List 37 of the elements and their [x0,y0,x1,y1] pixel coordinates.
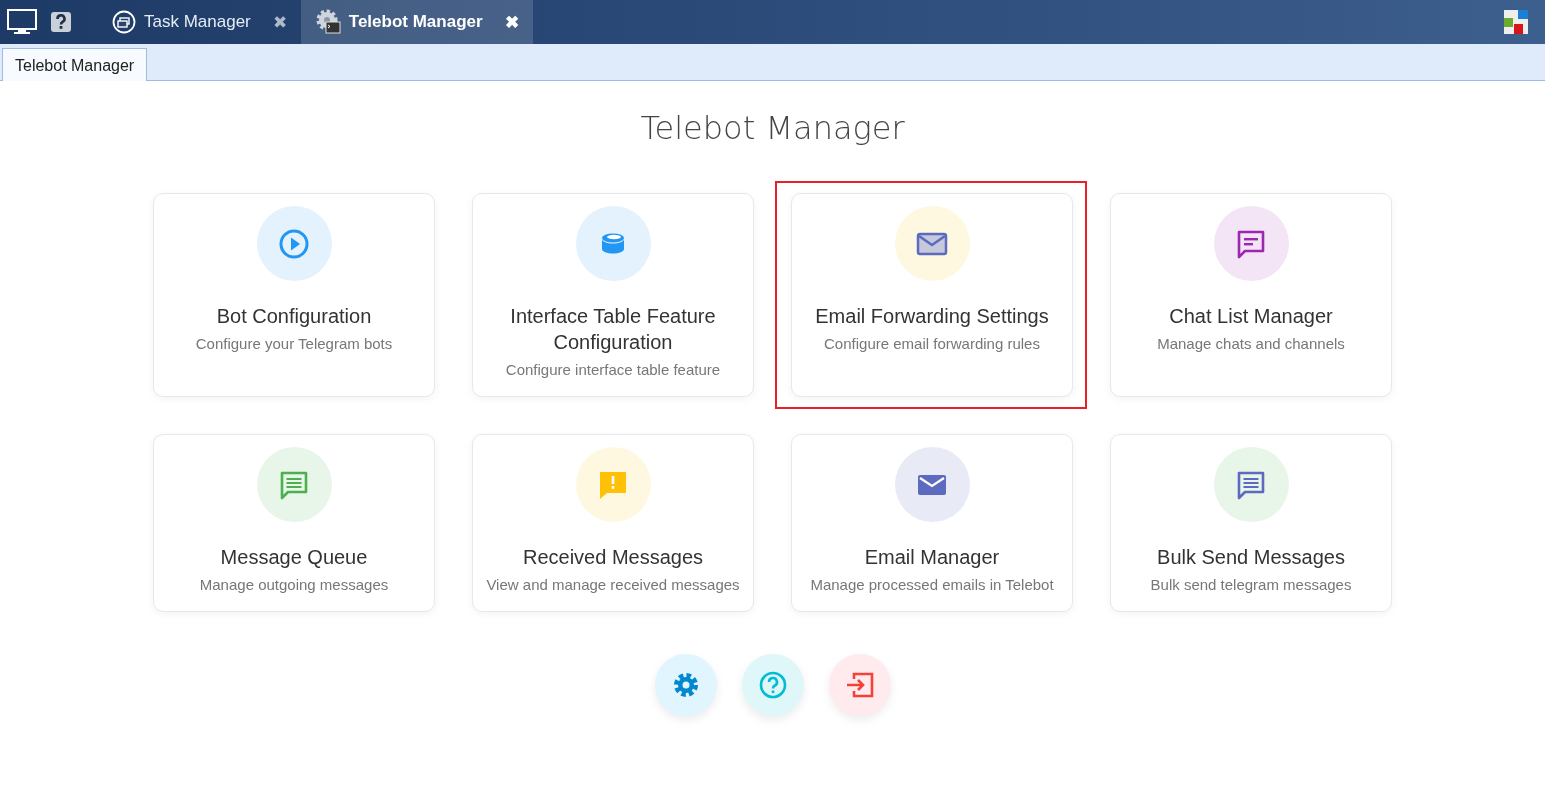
feature-card[interactable]: Message Queue Manage outgoing messages [153,434,435,612]
feature-card[interactable]: Chat List Manager Manage chats and channels [1110,193,1392,397]
card-description: Configure email forwarding rules [824,335,1040,352]
card-title: Received Messages [521,545,705,570]
monitor-icon[interactable] [6,8,38,36]
card-title: Chat List Manager [1168,304,1334,329]
card-title: Message Queue [219,545,369,570]
card-description: Configure your Telegram bots [195,335,393,352]
card-description: View and manage received messages [486,576,740,593]
card-title: Interface Table Feature Configuration [509,304,717,355]
close-icon[interactable]: ✖ [504,11,519,33]
card-title: Bulk Send Messages [1156,545,1346,570]
tab-label: Telebot Manager [348,12,483,32]
help-icon[interactable] [50,11,72,33]
card-description: Manage processed emails in Telebot [810,576,1054,593]
feature-card[interactable]: Email Manager Manage processed emails in Telebot [791,434,1073,612]
windows-icon [112,10,136,34]
card-description: Manage chats and channels [1157,335,1345,352]
window-tab[interactable]: Task Manager ✖ [98,0,301,44]
gear-terminal-icon [314,9,341,35]
page-title: Telebot Manager [639,109,906,147]
tab[interactable]: Telebot Manager [2,48,148,81]
close-icon[interactable]: ✖ [272,11,287,33]
feature-card[interactable]: Interface Table Feature Configuration Configure interface table feature [472,193,754,397]
card-title: Email Forwarding Settings [814,304,1050,329]
tab-label: Task Manager [144,12,251,32]
card-title: Email Manager [863,545,1001,570]
cubes-logo-icon[interactable] [1501,7,1531,37]
card-title: Bot Configuration [215,304,373,329]
card-description: Bulk send telegram messages [1150,576,1352,593]
feature-card[interactable]: Bot Configuration Configure your Telegram bots [153,193,435,397]
feature-card[interactable]: Received Messages View and manage received messages [472,434,754,612]
card-description: Manage outgoing messages [199,576,389,593]
feature-card[interactable]: Bulk Send Messages Bulk send telegram messages [1110,434,1392,612]
card-description: Configure interface table feature [505,361,721,378]
feature-card[interactable]: Email Forwarding Settings Configure email forwarding rules [791,193,1073,397]
window-tab[interactable]: Telebot Manager ✖ [300,0,533,44]
